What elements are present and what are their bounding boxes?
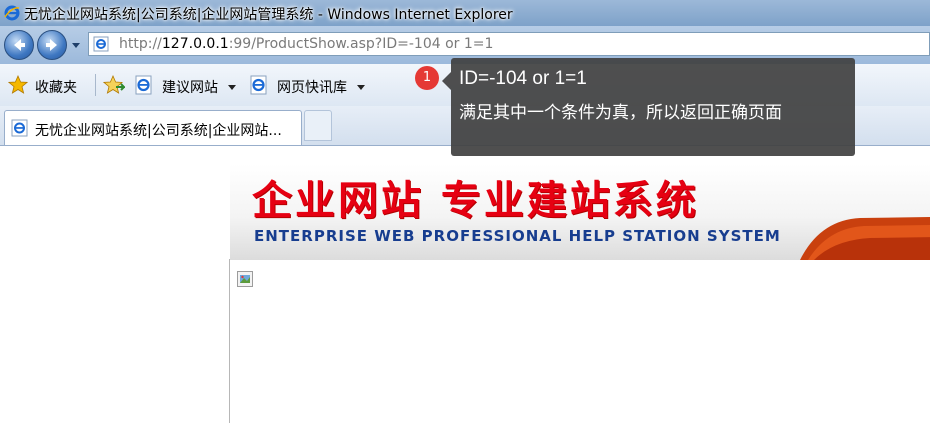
annotation-line-2: 满足其中一个条件为真，所以返回正确页面 — [459, 103, 782, 123]
url-host: 127.0.0.1 — [161, 36, 229, 52]
chevron-down-icon — [357, 85, 365, 90]
forward-arrow-icon — [46, 39, 57, 51]
forward-button[interactable] — [37, 30, 67, 60]
banner-subtitle: ENTERPRISE WEB PROFESSIONAL HELP STATION… — [254, 227, 781, 245]
page-content: 企业网站 专业建站系统 ENTERPRISE WEB PROFESSIONAL … — [0, 146, 930, 423]
url-path: :99/ProductShow.asp?ID=-104 or 1=1 — [228, 36, 494, 52]
address-bar[interactable]: http://127.0.0.1:99/ProductShow.asp?ID=-… — [88, 32, 930, 56]
add-to-favorites-button[interactable] — [103, 75, 127, 95]
toolbar-separator — [95, 74, 96, 96]
add-favorite-star-icon — [103, 75, 125, 94]
history-dropdown-icon[interactable] — [72, 43, 80, 48]
broken-image-icon — [237, 271, 253, 287]
ie-page-icon — [250, 75, 267, 95]
window-title-bar[interactable]: 无忧企业网站系统|公司系统|企业网站管理系统 - Windows Interne… — [0, 0, 930, 26]
favorites-label: 收藏夹 — [35, 80, 77, 96]
ie-logo-icon — [4, 5, 20, 21]
favorites-button[interactable]: 收藏夹 — [8, 75, 90, 96]
suggested-sites-button[interactable]: 建议网站 — [134, 75, 240, 96]
web-slice-label: 网页快讯库 — [277, 80, 347, 96]
star-icon — [8, 75, 28, 94]
annotation-badge: 1 — [415, 66, 439, 90]
site-banner: 企业网站 专业建站系统 ENTERPRISE WEB PROFESSIONAL … — [230, 164, 930, 260]
banner-swoosh-graphic — [800, 217, 930, 260]
back-button[interactable] — [4, 30, 34, 60]
banner-title: 企业网站 专业建站系统 — [252, 177, 699, 224]
annotation-tooltip: ID=-104 or 1=1 满足其中一个条件为真，所以返回正确页面 — [442, 58, 855, 156]
tab-label: 无忧企业网站系统|公司系统|企业网站... — [35, 123, 282, 139]
back-arrow-icon — [14, 39, 25, 51]
suggested-sites-label: 建议网站 — [162, 80, 218, 96]
page-icon — [93, 36, 109, 52]
url-text[interactable]: http://127.0.0.1:99/ProductShow.asp?ID=-… — [119, 36, 493, 52]
url-prefix: http:// — [119, 36, 162, 52]
tab-active[interactable]: 无忧企业网站系统|公司系统|企业网站... — [4, 110, 302, 145]
ie-page-icon — [135, 75, 152, 95]
annotation-line-1: ID=-104 or 1=1 — [459, 68, 587, 89]
chevron-down-icon — [228, 85, 236, 90]
new-tab-button[interactable] — [304, 110, 332, 141]
window-title: 无忧企业网站系统|公司系统|企业网站管理系统 - Windows Interne… — [24, 7, 513, 23]
web-slice-gallery-button[interactable]: 网页快讯库 — [249, 75, 369, 96]
ie-page-icon — [11, 119, 28, 137]
layout-divider — [229, 259, 230, 423]
